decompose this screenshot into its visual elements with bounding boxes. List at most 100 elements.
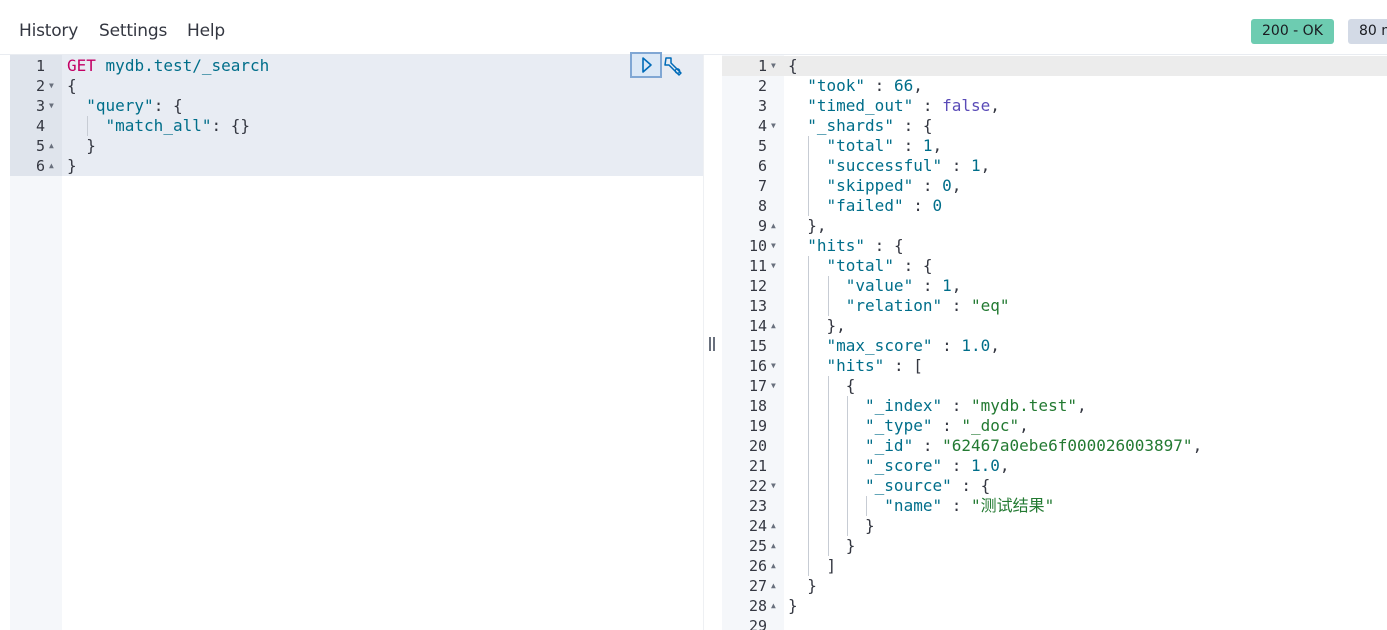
indent-guide [866, 496, 868, 516]
fold-arrow-up-icon[interactable]: ▲ [771, 596, 776, 616]
code-text: "hits" : { [807, 236, 903, 256]
line-number: 19 [748, 417, 767, 435]
fold-arrow-up-icon[interactable]: ▲ [49, 136, 54, 156]
token-num: 1 [922, 136, 933, 155]
fold-arrow-down-icon[interactable]: ▼ [49, 76, 54, 96]
code-text: "max_score" : 1.0, [827, 336, 1000, 356]
code-text: "total" : { [827, 256, 933, 276]
indent-guide [846, 456, 848, 476]
top-menu-bar: History Settings Help 200 - OK 80 ms [0, 0, 1387, 55]
token-punct: : { [893, 256, 933, 275]
token-punct: : [942, 156, 972, 175]
token-punct: : [942, 496, 971, 515]
fold-arrow-down-icon[interactable]: ▼ [771, 236, 776, 256]
code-line: 28 ▲} [722, 596, 1387, 616]
indent-guide [846, 436, 848, 456]
code-text: } [807, 576, 817, 596]
resize-handle-icon[interactable] [709, 337, 717, 351]
code-text: } [846, 536, 856, 556]
token-punct: : [903, 196, 933, 215]
fold-arrow-down-icon[interactable]: ▼ [771, 56, 776, 76]
code-line: 23 "name" : "测试结果" [722, 496, 1387, 516]
code-line: 7 "skipped" : 0, [722, 176, 1387, 196]
menu-settings[interactable]: Settings [99, 21, 167, 41]
token-punct: : [913, 436, 943, 455]
fold-arrow-down-icon[interactable]: ▼ [771, 476, 776, 496]
code-line: 2 ▼ { [10, 76, 703, 96]
indent-guide [808, 436, 810, 456]
indent-guide [846, 396, 848, 416]
fold-arrow-up-icon[interactable]: ▲ [771, 216, 776, 236]
code-line: 3 ▼ "query": { [10, 96, 703, 116]
line-number: 3 [757, 97, 767, 115]
line-number: 4 [757, 117, 767, 135]
code-text: "total" : 1, [827, 136, 943, 156]
menu-help[interactable]: Help [187, 21, 225, 41]
fold-arrow-up-icon[interactable]: ▲ [49, 156, 54, 176]
token-key: "_source" [865, 476, 952, 495]
code-text: } [67, 156, 77, 176]
line-number: 14 [748, 317, 767, 335]
fold-arrow-up-icon[interactable]: ▲ [771, 576, 776, 596]
line-number: 21 [748, 457, 767, 475]
code-text: "_id" : "62467a0ebe6f000026003897", [865, 436, 1202, 456]
run-request-button[interactable] [630, 52, 662, 78]
indent-guide [808, 316, 810, 336]
line-number: 6 [35, 157, 45, 175]
fold-arrow-up-icon[interactable]: ▲ [771, 556, 776, 576]
token-num: 1.0 [971, 456, 1000, 475]
line-number: 5 [757, 137, 767, 155]
code-text: "skipped" : 0, [827, 176, 962, 196]
fold-arrow-down-icon[interactable]: ▼ [771, 356, 776, 376]
request-editor[interactable]: 1 GET mydb.test/_search 2 ▼ {3 ▼ "query": {4 "m… [10, 55, 703, 630]
code-line: 20 "_id" : "62467a0ebe6f000026003897", [722, 436, 1387, 456]
fold-arrow-down-icon[interactable]: ▼ [771, 376, 776, 396]
code-line: 9 ▲}, [722, 216, 1387, 236]
token-key: "skipped" [826, 176, 914, 195]
indent-guide [808, 476, 810, 496]
token-method: GET [67, 56, 96, 75]
indent-guide [808, 356, 810, 376]
line-number: 15 [748, 337, 767, 355]
token-key: "_score" [865, 456, 943, 475]
code-line: 6 ▲} [10, 156, 703, 176]
line-number: 24 [748, 517, 767, 535]
indent-guide [827, 436, 829, 456]
code-text: "_index" : "mydb.test", [865, 396, 1087, 416]
token-punct: , [999, 456, 1010, 475]
indent-guide [827, 516, 829, 536]
token-key: "_shards" [807, 116, 894, 135]
code-line: 6 "successful" : 1, [722, 156, 1387, 176]
token-str: "eq" [971, 296, 1010, 315]
indent-guide [808, 336, 810, 356]
indent-guide [846, 416, 848, 436]
token-num: 1.0 [961, 336, 991, 355]
fold-arrow-down-icon[interactable]: ▼ [771, 256, 776, 276]
token-key: "name" [884, 496, 943, 515]
indent-guide [827, 536, 829, 556]
code-text: { [846, 376, 856, 396]
line-number: 12 [748, 277, 767, 295]
token-punct: : [942, 396, 971, 415]
token-key: "query" [86, 96, 154, 115]
pane-resize-splitter[interactable] [703, 55, 723, 630]
token-punct: , [990, 96, 1000, 115]
fold-arrow-up-icon[interactable]: ▲ [771, 316, 776, 336]
fold-arrow-up-icon[interactable]: ▲ [771, 516, 776, 536]
fold-arrow-down-icon[interactable]: ▼ [771, 116, 776, 136]
token-key: "_type" [865, 416, 933, 435]
token-punct: : [932, 336, 962, 355]
fold-arrow-up-icon[interactable]: ▲ [771, 536, 776, 556]
token-punct: , [1076, 396, 1087, 415]
code-text: GET mydb.test/_search [67, 56, 269, 76]
request-actions-button[interactable] [662, 55, 684, 77]
token-key: "took" [807, 76, 866, 95]
menu-history[interactable]: History [19, 21, 78, 41]
code-line: 26 ▲] [722, 556, 1387, 576]
token-num: 66 [893, 76, 914, 95]
token-key: "hits" [826, 356, 885, 375]
fold-arrow-down-icon[interactable]: ▼ [49, 96, 54, 116]
line-number: 20 [748, 437, 767, 455]
response-viewer[interactable]: 1 ▼{2 "took" : 66, 3 "timed_out" : false, 4 ▼ "… [722, 55, 1387, 630]
token-key: "_index" [865, 396, 943, 415]
